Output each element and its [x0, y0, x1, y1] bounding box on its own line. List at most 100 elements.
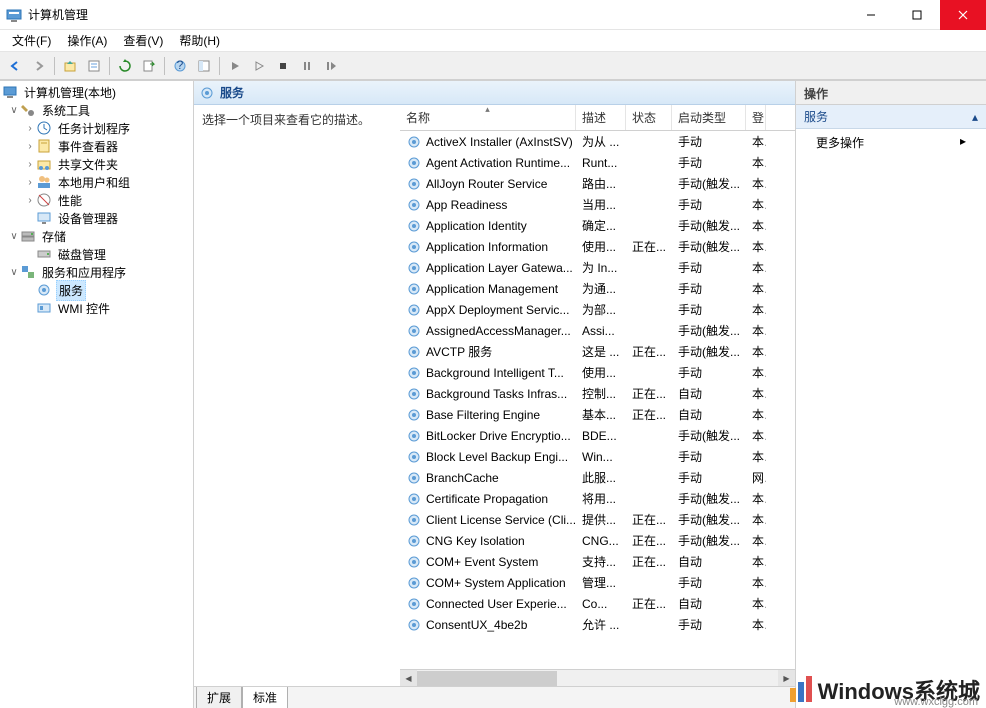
tree-performance[interactable]: › 性能 [0, 191, 193, 209]
actions-category[interactable]: 服务 ▴ [796, 105, 986, 129]
col-name[interactable]: 名称 [400, 105, 576, 130]
service-row[interactable]: Base Filtering Engine基本...正在...自动本 [400, 404, 795, 425]
export-button[interactable] [138, 55, 160, 77]
tree-services-apps[interactable]: ∨ 服务和应用程序 [0, 263, 193, 281]
cell-name: Application Layer Gatewa... [400, 260, 576, 276]
tree-shared-folders[interactable]: › 共享文件夹 [0, 155, 193, 173]
tree-event-viewer[interactable]: › 事件查看器 [0, 137, 193, 155]
col-status[interactable]: 状态 [626, 105, 672, 130]
expand-icon[interactable]: › [24, 177, 36, 188]
cell-logon: 本 [746, 280, 766, 297]
service-row[interactable]: Application Layer Gatewa...为 In...手动本 [400, 257, 795, 278]
tree-task-scheduler[interactable]: › 任务计划程序 [0, 119, 193, 137]
service-row[interactable]: Background Tasks Infras...控制...正在...自动本 [400, 383, 795, 404]
tree-local-users[interactable]: › 本地用户和组 [0, 173, 193, 191]
storage-icon [20, 228, 36, 244]
service-row[interactable]: App Readiness当用...手动本 [400, 194, 795, 215]
tab-extended[interactable]: 扩展 [196, 687, 242, 708]
tree-disk-management[interactable]: 磁盘管理 [0, 245, 193, 263]
close-button[interactable] [940, 0, 986, 30]
expand-icon[interactable]: › [24, 159, 36, 170]
tree-storage[interactable]: ∨ 存储 [0, 227, 193, 245]
service-row[interactable]: Client License Service (Cli...提供...正在...… [400, 509, 795, 530]
help-button[interactable]: ? [169, 55, 191, 77]
collapse-icon: ▴ [972, 110, 978, 124]
cell-name: ActiveX Installer (AxInstSV) [400, 134, 576, 150]
service-row[interactable]: COM+ Event System支持...正在...自动本 [400, 551, 795, 572]
menu-action[interactable]: 操作(A) [59, 30, 115, 51]
service-row[interactable]: Connected User Experie...Co...正在...自动本 [400, 593, 795, 614]
service-row[interactable]: AllJoyn Router Service路由...手动(触发...本 [400, 173, 795, 194]
restart-button[interactable] [320, 55, 342, 77]
play-button[interactable] [248, 55, 270, 77]
service-row[interactable]: Application Management为通...手动本 [400, 278, 795, 299]
cell-logon: 本 [746, 364, 766, 381]
service-row[interactable]: AppX Deployment Servic...为部...手动本 [400, 299, 795, 320]
up-button[interactable] [59, 55, 81, 77]
collapse-icon[interactable]: ∨ [8, 231, 20, 242]
minimize-button[interactable] [848, 0, 894, 30]
forward-button[interactable] [28, 55, 50, 77]
service-row[interactable]: Background Intelligent T...使用...手动本 [400, 362, 795, 383]
center-title: 服务 [220, 84, 244, 101]
center-pane: 服务 选择一个项目来查看它的描述。 名称 描述 状态 启动类型 登 Active… [194, 81, 796, 708]
expand-icon[interactable]: › [24, 123, 36, 134]
menu-file[interactable]: 文件(F) [4, 30, 59, 51]
pause-button[interactable] [296, 55, 318, 77]
cell-desc: 为通... [576, 280, 626, 297]
service-row[interactable]: ConsentUX_4be2b允许 ...手动本 [400, 614, 795, 635]
tree-device-manager[interactable]: 设备管理器 [0, 209, 193, 227]
services-list: 名称 描述 状态 启动类型 登 ActiveX Installer (AxIns… [400, 105, 795, 686]
horizontal-scrollbar[interactable]: ◀ ▶ [400, 669, 795, 686]
list-rows[interactable]: ActiveX Installer (AxInstSV)为从 ...手动本Age… [400, 131, 795, 669]
service-row[interactable]: ActiveX Installer (AxInstSV)为从 ...手动本 [400, 131, 795, 152]
expand-icon[interactable]: › [24, 141, 36, 152]
cell-desc: 管理... [576, 574, 626, 591]
cell-logon: 本 [746, 490, 766, 507]
cell-desc: 控制... [576, 385, 626, 402]
service-row[interactable]: BitLocker Drive Encryptio...BDE...手动(触发.… [400, 425, 795, 446]
tab-standard[interactable]: 标准 [242, 687, 288, 708]
service-row[interactable]: AssignedAccessManager...Assi...手动(触发...本 [400, 320, 795, 341]
tree-root[interactable]: 计算机管理(本地) [0, 83, 193, 101]
col-desc[interactable]: 描述 [576, 105, 626, 130]
service-row[interactable]: CNG Key IsolationCNG...正在...手动(触发...本 [400, 530, 795, 551]
service-row[interactable]: COM+ System Application管理...手动本 [400, 572, 795, 593]
cell-desc: 这是 ... [576, 343, 626, 360]
menu-view[interactable]: 查看(V) [115, 30, 171, 51]
tree-pane[interactable]: 计算机管理(本地) ∨ 系统工具 › 任务计划程序 › 事件查看器 › 共享文件… [0, 81, 194, 708]
tree-services[interactable]: 服务 [0, 281, 193, 299]
expand-icon[interactable]: › [24, 195, 36, 206]
col-startup[interactable]: 启动类型 [672, 105, 746, 130]
view-tabs: 扩展 标准 [194, 686, 795, 708]
cell-desc: 支持... [576, 553, 626, 570]
panel-button[interactable] [193, 55, 215, 77]
properties-button[interactable] [83, 55, 105, 77]
tree-wmi-control[interactable]: WMI 控件 [0, 299, 193, 317]
tree-system-tools[interactable]: ∨ 系统工具 [0, 101, 193, 119]
actions-more[interactable]: 更多操作 ▸ [796, 129, 986, 156]
service-row[interactable]: BranchCache此服...手动网 [400, 467, 795, 488]
service-row[interactable]: Agent Activation Runtime...Runt...手动本 [400, 152, 795, 173]
back-button[interactable] [4, 55, 26, 77]
col-logon[interactable]: 登 [746, 105, 766, 130]
cell-startup: 手动 [672, 448, 746, 465]
scroll-left-icon[interactable]: ◀ [400, 670, 417, 687]
maximize-button[interactable] [894, 0, 940, 30]
refresh-button[interactable] [114, 55, 136, 77]
cell-desc: 为部... [576, 301, 626, 318]
stop-button[interactable] [272, 55, 294, 77]
cell-logon: 本 [746, 259, 766, 276]
start-service-button[interactable] [224, 55, 246, 77]
cell-status: 正在... [626, 238, 672, 255]
service-row[interactable]: Block Level Backup Engi...Win...手动本 [400, 446, 795, 467]
scroll-thumb[interactable] [417, 671, 557, 686]
menu-help[interactable]: 帮助(H) [171, 30, 228, 51]
service-row[interactable]: Application Identity确定...手动(触发...本 [400, 215, 795, 236]
collapse-icon[interactable]: ∨ [8, 267, 20, 278]
cell-startup: 手动 [672, 259, 746, 276]
service-row[interactable]: AVCTP 服务这是 ...正在...手动(触发...本 [400, 341, 795, 362]
collapse-icon[interactable]: ∨ [8, 105, 20, 116]
service-row[interactable]: Application Information使用...正在...手动(触发..… [400, 236, 795, 257]
service-row[interactable]: Certificate Propagation将用...手动(触发...本 [400, 488, 795, 509]
